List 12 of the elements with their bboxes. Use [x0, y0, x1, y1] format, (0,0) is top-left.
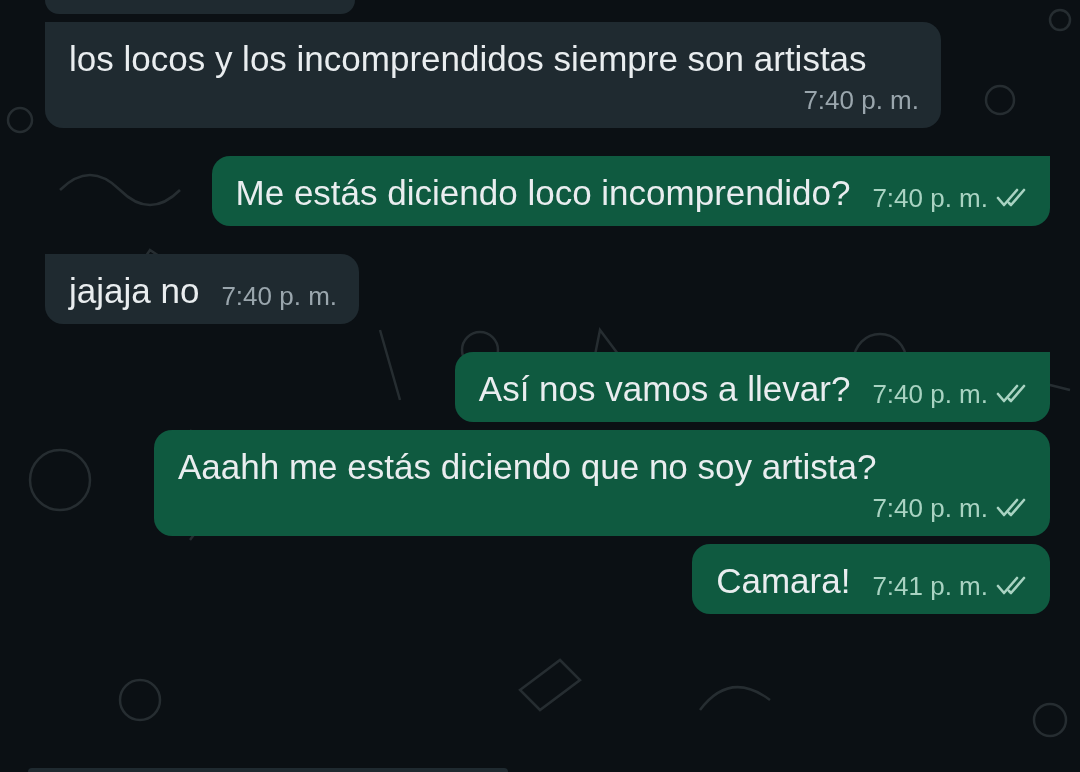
message-text: los locos y los incomprendidos siempre son artistas	[69, 38, 867, 80]
message-time: 7:41 p. m.	[872, 570, 988, 602]
message-time: 7:40 p. m.	[872, 378, 988, 410]
message-time: 7:40 p. m.	[803, 84, 919, 116]
message-time: 7:40 p. m.	[872, 492, 988, 524]
message-text: Así nos vamos a llevar?	[478, 368, 851, 410]
message-text: Aaahh me estás diciendo que no soy artista?	[178, 446, 877, 488]
message-text: jajaja no	[69, 270, 200, 312]
message-text: Camara!	[716, 560, 851, 602]
message-text: Me estás diciendo loco incomprendido?	[235, 172, 851, 214]
message-time: 7:40 p. m.	[221, 280, 337, 312]
message-time: 7:40 p. m.	[872, 182, 988, 214]
